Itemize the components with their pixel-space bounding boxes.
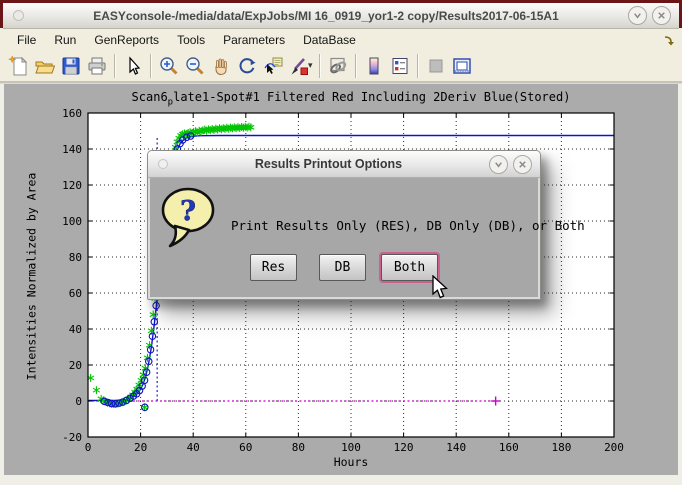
link-chain-icon: [327, 55, 349, 77]
legend-icon: [389, 55, 411, 77]
close-button[interactable]: [652, 6, 671, 25]
menu-run[interactable]: Run: [45, 31, 85, 49]
save-button[interactable]: [58, 53, 84, 79]
pointer-tool-button[interactable]: [120, 53, 146, 79]
chevron-down-icon: [492, 158, 505, 171]
disabled-square-icon: [425, 55, 447, 77]
pan-hand-icon: [210, 55, 232, 77]
zoom-out-icon: [184, 55, 206, 77]
data-cursor-button[interactable]: [260, 53, 286, 79]
svg-text:0: 0: [85, 441, 92, 454]
svg-text:180: 180: [551, 441, 571, 454]
colorbar-button[interactable]: [361, 53, 387, 79]
question-bubble-icon: ?: [158, 184, 224, 256]
svg-text:20: 20: [134, 441, 147, 454]
svg-text:40: 40: [69, 323, 82, 336]
dialog-message: Print Results Only (RES), DB Only (DB), …: [231, 218, 585, 233]
dock-figure-button[interactable]: [449, 53, 475, 79]
chevron-down-icon: [631, 9, 644, 22]
dialog-title: Results Printout Options: [168, 157, 489, 171]
pointer-arrow-icon: [122, 55, 144, 77]
zoom-in-button[interactable]: [156, 53, 182, 79]
toolbar-separator: [417, 54, 419, 78]
toolbar: ▾: [0, 50, 682, 81]
menu-parameters[interactable]: Parameters: [214, 31, 294, 49]
dock-figure-icon: [451, 55, 473, 77]
toolbar-separator: [114, 54, 116, 78]
save-floppy-icon: [60, 55, 82, 77]
print-button[interactable]: [84, 53, 110, 79]
dialog-shade-button[interactable]: [489, 155, 508, 174]
svg-text:160: 160: [499, 441, 519, 454]
svg-text:80: 80: [292, 441, 305, 454]
svg-text:-20: -20: [62, 431, 82, 444]
zoom-out-button[interactable]: [182, 53, 208, 79]
window-titlebar[interactable]: EASYconsole-/media/data/ExpJobs/MI 16_09…: [3, 3, 679, 29]
hidden-disabled-button: [423, 53, 449, 79]
close-icon: [655, 9, 668, 22]
svg-text:160: 160: [62, 107, 82, 120]
colorbar-icon: [363, 55, 385, 77]
open-file-button[interactable]: [32, 53, 58, 79]
toolbar-separator: [355, 54, 357, 78]
toolbar-separator: [319, 54, 321, 78]
brush-icon: [288, 55, 310, 77]
svg-text:?: ?: [180, 196, 196, 227]
menu-overflow-arrow-icon[interactable]: [663, 33, 675, 51]
results-printout-dialog: Results Printout Options ? Print Results…: [147, 150, 541, 300]
svg-text:100: 100: [341, 441, 361, 454]
menu-database[interactable]: DataBase: [294, 31, 365, 49]
new-file-button[interactable]: [6, 53, 32, 79]
svg-text:100: 100: [62, 215, 82, 228]
svg-text:60: 60: [239, 441, 252, 454]
new-file-icon: [8, 55, 30, 77]
dialog-body: ? Print Results Only (RES), DB Only (DB)…: [148, 178, 540, 299]
close-icon: [516, 158, 529, 171]
legend-button[interactable]: [387, 53, 413, 79]
printer-icon: [86, 55, 108, 77]
link-plots-button[interactable]: [325, 53, 351, 79]
svg-text:40: 40: [187, 441, 200, 454]
svg-text:20: 20: [69, 359, 82, 372]
window-menu-button[interactable]: [13, 10, 24, 21]
db-button[interactable]: DB: [319, 254, 366, 281]
zoom-in-icon: [158, 55, 180, 77]
menu-file[interactable]: File: [8, 31, 45, 49]
menu-tools[interactable]: Tools: [168, 31, 214, 49]
dialog-titlebar[interactable]: Results Printout Options: [148, 151, 540, 178]
dialog-controls: [489, 155, 532, 174]
open-folder-icon: [34, 55, 56, 77]
svg-text:120: 120: [62, 179, 82, 192]
rotate-3d-button[interactable]: [234, 53, 260, 79]
svg-text:200: 200: [604, 441, 624, 454]
x-axis-label: Hours: [88, 455, 614, 469]
dialog-menu-button[interactable]: [158, 159, 168, 169]
res-button[interactable]: Res: [250, 254, 297, 281]
window-controls: [628, 6, 671, 25]
svg-text:80: 80: [69, 251, 82, 264]
data-cursor-icon: [262, 55, 284, 77]
svg-text:0: 0: [75, 395, 82, 408]
mouse-cursor-icon: [429, 275, 451, 301]
svg-text:140: 140: [446, 441, 466, 454]
brush-dropdown-caret-icon[interactable]: ▾: [308, 60, 313, 71]
rotate-3d-icon: [236, 55, 258, 77]
dialog-close-button[interactable]: [513, 155, 532, 174]
toolbar-separator: [150, 54, 152, 78]
svg-text:120: 120: [394, 441, 414, 454]
pan-tool-button[interactable]: [208, 53, 234, 79]
menu-bar: File Run GenReports Tools Parameters Dat…: [0, 29, 682, 50]
menu-genreports[interactable]: GenReports: [85, 31, 168, 49]
plot-title: Scan6plate1-Spot#1 Filtered Red Includin…: [88, 90, 614, 107]
window-title: EASYconsole-/media/data/ExpJobs/MI 16_09…: [24, 9, 628, 23]
svg-text:60: 60: [69, 287, 82, 300]
y-axis-label: Intensities Normalized by Area: [25, 169, 40, 385]
svg-text:140: 140: [62, 143, 82, 156]
shade-button[interactable]: [628, 6, 647, 25]
